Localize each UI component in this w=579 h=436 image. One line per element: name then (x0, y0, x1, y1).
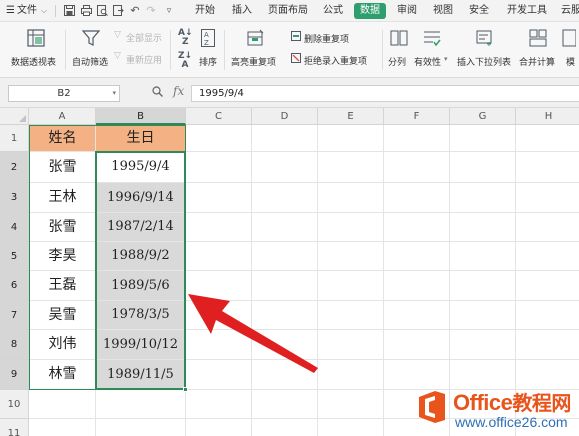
column-header-g[interactable]: G (450, 108, 516, 125)
svg-text:A: A (204, 31, 209, 39)
watermark-brand-cn: 教程网 (512, 391, 571, 415)
row-header-1[interactable]: 1 (0, 125, 29, 152)
remove-duplicates-icon (291, 31, 301, 44)
tab-view[interactable]: 视图 (433, 0, 453, 22)
column-header-c[interactable]: C (186, 108, 252, 125)
consolidate-icon (529, 29, 547, 50)
reject-duplicates-button[interactable]: 拒绝录入重复项 (304, 54, 367, 67)
column-header-d[interactable]: D (252, 108, 318, 125)
tab-data[interactable]: 数据 (354, 3, 386, 19)
sort-button[interactable]: 排序 (199, 55, 217, 68)
column-header-h[interactable]: H (516, 108, 579, 125)
divider (224, 30, 225, 70)
watermark-brand-latin: Office (453, 390, 513, 415)
more-icon[interactable]: ▿ (163, 5, 175, 17)
print-icon[interactable] (80, 5, 92, 17)
tab-security[interactable]: 安全 (469, 0, 489, 22)
tab-developer[interactable]: 开发工具 (507, 0, 547, 22)
row-header-2[interactable]: 2 (0, 152, 29, 183)
divider (382, 30, 383, 70)
function-icon[interactable]: fx (173, 84, 184, 98)
save-icon[interactable] (63, 5, 75, 17)
redo-icon[interactable]: ↷ (145, 5, 157, 17)
svg-text:Z: Z (204, 39, 209, 47)
name-box[interactable]: B2 ▾ (8, 85, 120, 102)
tab-home[interactable]: 开始 (195, 0, 215, 22)
formula-input[interactable]: 1995/9/4 (191, 85, 579, 102)
ribbon-data: 数据透视表 自动筛选 ▽ 全部显示 ▽ 重新应用 A↓ Z Z↓ A AZ 排序 高… (0, 22, 579, 78)
tab-formula[interactable]: 公式 (323, 0, 343, 22)
tab-page-layout[interactable]: 页面布局 (268, 0, 308, 22)
sort-icon: AZ (201, 29, 215, 50)
watermark-url: www.office26.com (455, 414, 568, 430)
split-button[interactable]: 分列 (388, 55, 406, 68)
tab-review[interactable]: 审阅 (397, 0, 417, 22)
simulate-icon (562, 29, 577, 50)
office-logo-icon (419, 391, 445, 423)
column-header-e[interactable]: E (318, 108, 384, 125)
formula-bar: B2 ▾ fx 1995/9/4 (0, 78, 579, 108)
divider (55, 5, 56, 17)
menu-bar: ☰ 文件 ⌵ ↶ ↷ ▿ 开始 插入 页面布局 公式 数据 审阅 视图 安全 开… (0, 0, 579, 22)
name-box-value: B2 (57, 88, 71, 99)
row-header-6[interactable]: 6 (0, 271, 29, 301)
row-header-3[interactable]: 3 (0, 183, 29, 213)
row-header-8[interactable]: 8 (0, 330, 29, 360)
insert-dropdown-button[interactable]: 插入下拉列表 (457, 55, 511, 68)
autofilter-button[interactable]: 自动筛选 (72, 55, 108, 68)
row-header-10[interactable]: 10 (0, 390, 29, 419)
insert-dropdown-icon (476, 29, 494, 50)
zoom-icon[interactable] (152, 86, 163, 100)
consolidate-button[interactable]: 合并计算 (519, 55, 555, 68)
split-columns-icon (390, 29, 408, 50)
tab-insert[interactable]: 插入 (232, 0, 252, 22)
row-header-9[interactable]: 9 (0, 360, 29, 390)
column-header-b[interactable]: B (96, 108, 186, 125)
chevron-down-icon[interactable]: ▾ (112, 86, 116, 101)
highlight-duplicates-button[interactable]: 高亮重复项 (231, 55, 276, 68)
reapply-button[interactable]: 重新应用 (126, 53, 162, 66)
chevron-down-icon[interactable]: ⌵ (41, 0, 47, 22)
hamburger-icon[interactable]: ☰ (6, 0, 15, 22)
validity-icon (423, 29, 441, 50)
watermark: Office教程网 www.office26.com (411, 384, 579, 436)
filter-all-icon: ▽ (114, 30, 121, 40)
sort-ascending-icon[interactable]: A↓ Z (178, 29, 193, 47)
row-header-5[interactable]: 5 (0, 242, 29, 271)
divider (170, 30, 171, 70)
highlight-duplicates-icon (247, 29, 265, 50)
row-header-4[interactable]: 4 (0, 213, 29, 242)
sort-descending-icon[interactable]: Z↓ A (178, 52, 192, 70)
watermark-brand: Office教程网 (453, 387, 571, 416)
validity-dropdown-icon[interactable]: ▾ (444, 55, 448, 63)
pivot-table-button[interactable]: 数据透视表 (11, 55, 56, 68)
column-header-a[interactable]: A (29, 108, 96, 125)
validity-button[interactable]: 有效性 (414, 55, 441, 68)
fill-handle[interactable] (183, 387, 188, 392)
filter-icon (81, 29, 101, 50)
remove-duplicates-button[interactable]: 删除重复项 (304, 32, 349, 45)
reject-duplicates-icon (291, 53, 301, 66)
row-header-7[interactable]: 7 (0, 301, 29, 330)
show-all-button[interactable]: 全部显示 (126, 31, 162, 44)
file-menu[interactable]: 文件 (17, 0, 37, 22)
column-header-f[interactable]: F (384, 108, 450, 125)
divider (65, 30, 66, 70)
select-all-corner[interactable] (0, 108, 29, 125)
export-pdf-icon[interactable] (112, 5, 124, 17)
tab-cloud[interactable]: 云服 (561, 0, 579, 22)
print-preview-icon[interactable] (96, 5, 108, 17)
simulate-button[interactable]: 模 (566, 55, 575, 68)
row-header-11[interactable]: 11 (0, 419, 29, 436)
undo-icon[interactable]: ↶ (129, 5, 141, 17)
reapply-icon: ▽ (114, 51, 121, 61)
selection-range-border (95, 151, 186, 390)
pivot-table-icon (27, 29, 45, 50)
